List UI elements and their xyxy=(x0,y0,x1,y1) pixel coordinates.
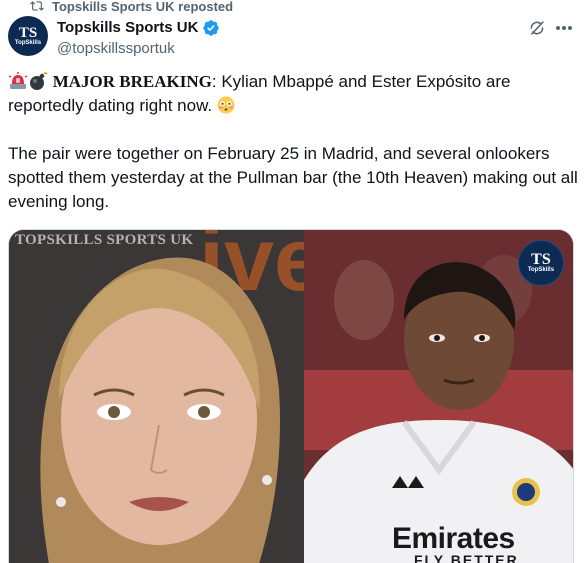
user-handle[interactable]: @topskillssportuk xyxy=(57,40,220,57)
more-dot xyxy=(568,26,572,30)
tweet-text: MAJOR BREAKING: Kylian Mbappé and Ester … xyxy=(8,70,578,214)
portrait-illustration-left: ive xyxy=(9,230,304,563)
watermark-logo-monogram: TS xyxy=(531,251,551,268)
more-dot xyxy=(562,26,566,30)
name-row: Topskills Sports UK xyxy=(57,17,220,38)
grok-icon[interactable] xyxy=(528,19,546,37)
more-dot xyxy=(556,26,560,30)
jersey-sponsor: Emirates xyxy=(391,522,515,555)
flushed-face-emoji xyxy=(217,96,235,114)
verified-badge-icon[interactable] xyxy=(202,19,220,37)
jersey-sponsor-sub: FLY BETTER xyxy=(413,552,519,563)
media-watermark-text: TOPSKILLS SPORTS UK xyxy=(15,232,194,248)
repost-icon xyxy=(30,1,44,11)
repost-indicator[interactable]: Topskills Sports UK reposted xyxy=(30,0,233,15)
siren-emoji xyxy=(8,72,28,89)
more-icon[interactable] xyxy=(556,26,572,30)
avatar-monogram: TS xyxy=(18,24,38,41)
photo-ester-exposito[interactable]: ive TOPSKILLS SPORTS UK xyxy=(9,230,304,563)
media-watermark-logo: TS TopSkills xyxy=(517,240,564,286)
avatar[interactable]: TS TopSkills xyxy=(8,16,48,56)
author-block: Topskills Sports UK @topskillssportuk xyxy=(57,17,220,57)
photo-kylian-mbappe[interactable]: TS TopSkills Emirates FLY BETTER xyxy=(303,230,573,563)
breaking-lead: MAJOR BREAKING xyxy=(52,72,212,91)
watermark-logo-brand: TopSkills xyxy=(527,267,555,273)
repost-label: Topskills Sports UK reposted xyxy=(52,0,234,14)
avatar-brand: TopSkills xyxy=(14,39,42,46)
media-grid[interactable]: ive TOPSKILLS SPORTS UK xyxy=(8,229,574,563)
tweet-body: The pair were together on February 25 in… xyxy=(8,144,578,211)
bomb-emoji xyxy=(30,72,48,90)
display-name[interactable]: Topskills Sports UK xyxy=(57,19,198,36)
